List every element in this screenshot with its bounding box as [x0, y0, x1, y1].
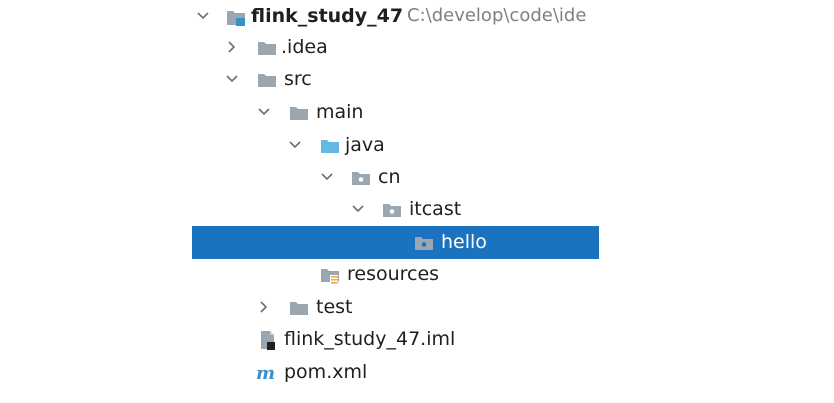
- resources-folder-icon: [320, 265, 340, 285]
- package-icon: [351, 168, 371, 188]
- iml-file-icon: [258, 330, 278, 350]
- chevron-down-icon[interactable]: [287, 137, 303, 153]
- tree-node-flink-study-47[interactable]: flink_study_47 C:\develop\code\ide: [192, 0, 599, 33]
- tree-node-label: flink_study_47.iml: [284, 328, 456, 350]
- tree-node-label: test: [316, 296, 353, 318]
- tree-node-label: flink_study_47: [251, 5, 404, 27]
- tree-node-itcast[interactable]: itcast: [192, 193, 599, 226]
- chevron-down-icon[interactable]: [350, 201, 366, 217]
- source-root-folder-icon: [320, 136, 340, 156]
- tree-node-resources[interactable]: resources: [192, 258, 599, 291]
- project-tree: flink_study_47 C:\develop\code\ide .idea…: [192, 0, 599, 403]
- chevron-down-icon[interactable]: [256, 104, 272, 120]
- tree-node-label: itcast: [409, 198, 462, 220]
- chevron-right-icon[interactable]: [224, 39, 240, 55]
- tree-node-src[interactable]: src: [192, 63, 599, 96]
- project-path: C:\develop\code\ide: [407, 5, 587, 26]
- folder-icon: [257, 38, 277, 58]
- tree-node-idea[interactable]: .idea: [192, 31, 599, 64]
- package-icon: [382, 200, 402, 220]
- package-icon: [414, 233, 434, 253]
- maven-pom-icon: m: [256, 363, 276, 383]
- tree-node-hello[interactable]: hello: [192, 226, 599, 259]
- tree-node-cn[interactable]: cn: [192, 161, 599, 194]
- tree-node-label: cn: [378, 166, 401, 188]
- folder-icon: [289, 103, 309, 123]
- tree-node-java[interactable]: java: [192, 129, 599, 162]
- tree-node-label: main: [316, 101, 364, 123]
- tree-node-label: pom.xml: [284, 361, 368, 383]
- tree-node-test[interactable]: test: [192, 291, 599, 324]
- tree-node-label: .idea: [281, 36, 328, 58]
- chevron-right-icon[interactable]: [256, 299, 272, 315]
- tree-node-label: src: [284, 68, 312, 90]
- chevron-down-icon[interactable]: [195, 8, 211, 24]
- tree-node-main[interactable]: main: [192, 96, 599, 129]
- svg-text:m: m: [256, 363, 275, 383]
- tree-node-label: resources: [347, 263, 440, 285]
- chevron-down-icon[interactable]: [224, 71, 240, 87]
- chevron-down-icon[interactable]: [319, 169, 335, 185]
- tree-node-pom-xml[interactable]: m pom.xml: [192, 356, 599, 389]
- module-folder-icon: [226, 7, 246, 27]
- tree-node-label: java: [345, 134, 385, 156]
- folder-icon: [257, 70, 277, 90]
- tree-node-iml-file[interactable]: flink_study_47.iml: [192, 323, 599, 356]
- folder-icon: [289, 298, 309, 318]
- tree-node-label: hello: [441, 231, 487, 253]
